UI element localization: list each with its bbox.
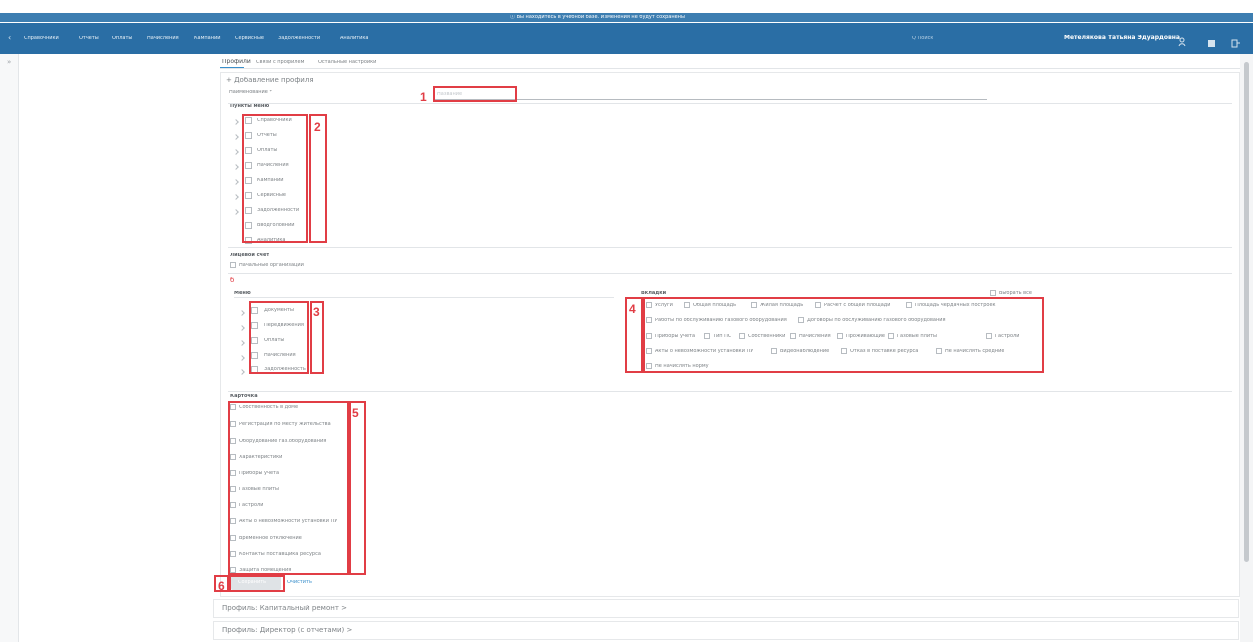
tabs-section-title: Вкладки (641, 291, 667, 296)
name-underline (435, 99, 987, 100)
menu-item-debts[interactable]: Задолженности (278, 36, 320, 41)
annotation-box-5a (228, 401, 349, 575)
profile-row-label: Профиль: Директор (с отчетами) > (222, 627, 353, 634)
page: { "banner":{"text":"ⓘ Вы находитесь в уч… (0, 0, 1253, 642)
marked-menu-title: Меню (234, 291, 251, 296)
clear-link[interactable]: Очистить (287, 580, 312, 585)
form-title: + Добавление профиля (226, 77, 314, 84)
tab-profiles[interactable]: Профили (222, 59, 251, 65)
profile-row[interactable] (213, 599, 1239, 618)
select-all-checkbox[interactable] (990, 290, 996, 296)
checkbox[interactable] (230, 262, 236, 268)
users-icon[interactable] (1178, 32, 1188, 51)
menu-item-campaigns[interactable]: Кампании (194, 36, 221, 41)
annotation-box-5b (349, 401, 366, 575)
back-arrow-icon[interactable]: ‹ (8, 34, 11, 42)
menu-item-reports[interactable]: Отчеты (79, 36, 99, 41)
select-all-label[interactable]: Выбрать все (999, 291, 1032, 296)
annotation-num-1: 1 (420, 90, 427, 104)
section-mark: б (230, 277, 235, 284)
menu-item-service[interactable]: Сервисные (235, 36, 264, 41)
menu-items-title: Пункты меню (230, 104, 270, 109)
account-title: Лицевой счет (230, 253, 270, 258)
card-title: Карточка (230, 394, 258, 399)
banner-text: ⓘ Вы находитесь в учебной базе. Изменени… (510, 15, 685, 20)
left-sidebar (0, 54, 19, 642)
tabs-divider (220, 68, 1240, 69)
tab-other-settings[interactable]: Остальные настройки (318, 60, 376, 65)
name-label: Наименование * (229, 90, 272, 95)
search-input[interactable]: Q Поиск (912, 36, 933, 41)
annotation-num-5: 5 (352, 406, 359, 420)
section-divider (228, 103, 1232, 104)
expand-icon[interactable]: » (7, 59, 11, 66)
profile-row-label: Профиль: Капитальный ремонт > (222, 605, 347, 612)
tab-links[interactable]: Связи с профилем (256, 60, 304, 65)
section-divider (228, 247, 1232, 248)
scrollbar-thumb[interactable] (1244, 62, 1249, 562)
annotation-num-3: 3 (313, 305, 320, 319)
section-divider (228, 391, 1232, 392)
annotation-box-1 (433, 86, 517, 102)
menu-item-payments[interactable]: Оплаты (112, 36, 132, 41)
annotation-box-2a (242, 114, 308, 243)
account-option-label: Начальные организации (239, 263, 304, 268)
menu-item-charges[interactable]: Начисления (147, 36, 179, 41)
annotation-num-6: 6 (218, 579, 225, 593)
annotation-box-4b (643, 297, 1044, 373)
building-icon[interactable] (1207, 33, 1216, 52)
annotation-num-2: 2 (314, 120, 321, 134)
annotation-box-6b (229, 575, 285, 592)
annotation-box-3a (249, 301, 309, 374)
marked-menu-underline (234, 297, 614, 298)
menu-item-analytics[interactable]: Аналитика (340, 36, 368, 41)
section-divider (228, 273, 1232, 274)
menu-item-refs[interactable]: Справочники (24, 36, 59, 41)
annotation-num-4: 4 (629, 302, 636, 316)
user-name[interactable]: Метелякова Татьяна Эдуардовна (1064, 35, 1180, 41)
logout-icon[interactable] (1231, 33, 1240, 52)
profile-row[interactable] (213, 621, 1239, 640)
